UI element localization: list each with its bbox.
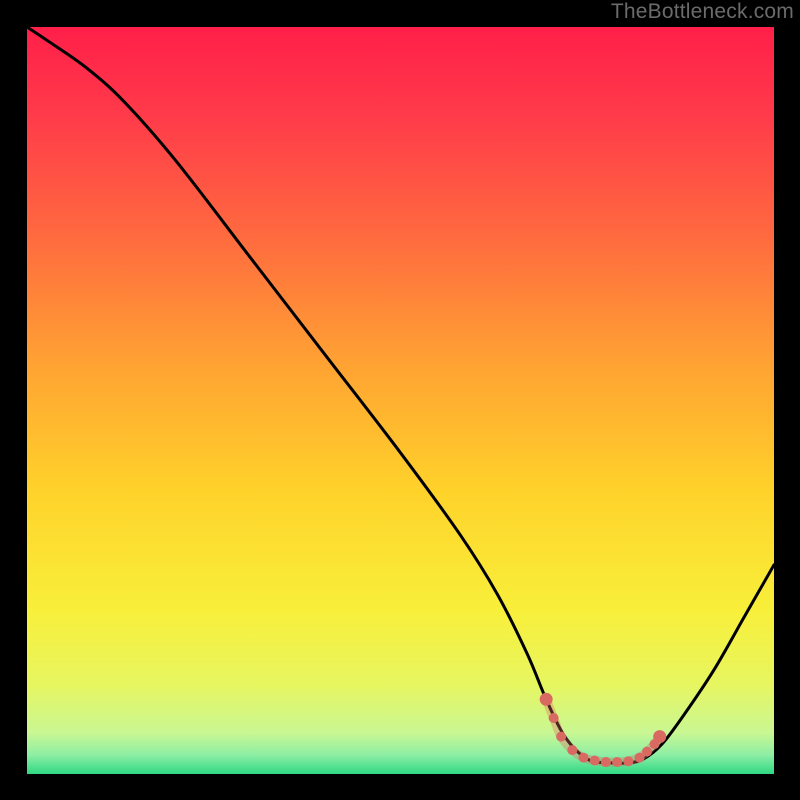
watermark-text: TheBottleneck.com: [611, 0, 794, 24]
optimal-zone-dot: [540, 693, 553, 706]
optimal-zone-dot: [653, 730, 666, 743]
chart-svg: [27, 27, 774, 774]
gradient-background: [27, 27, 774, 774]
optimal-zone-dot: [612, 757, 622, 767]
optimal-zone-dot: [549, 713, 559, 723]
optimal-zone-dot: [579, 753, 589, 763]
optimal-zone-dot: [556, 732, 566, 742]
optimal-zone-dot: [567, 745, 577, 755]
optimal-zone-dot: [601, 757, 611, 767]
chart-container: TheBottleneck.com: [0, 0, 800, 800]
plot-area: [27, 27, 774, 774]
optimal-zone-dot: [590, 756, 600, 766]
optimal-zone-dot: [623, 756, 633, 766]
optimal-zone-dot: [642, 747, 652, 757]
